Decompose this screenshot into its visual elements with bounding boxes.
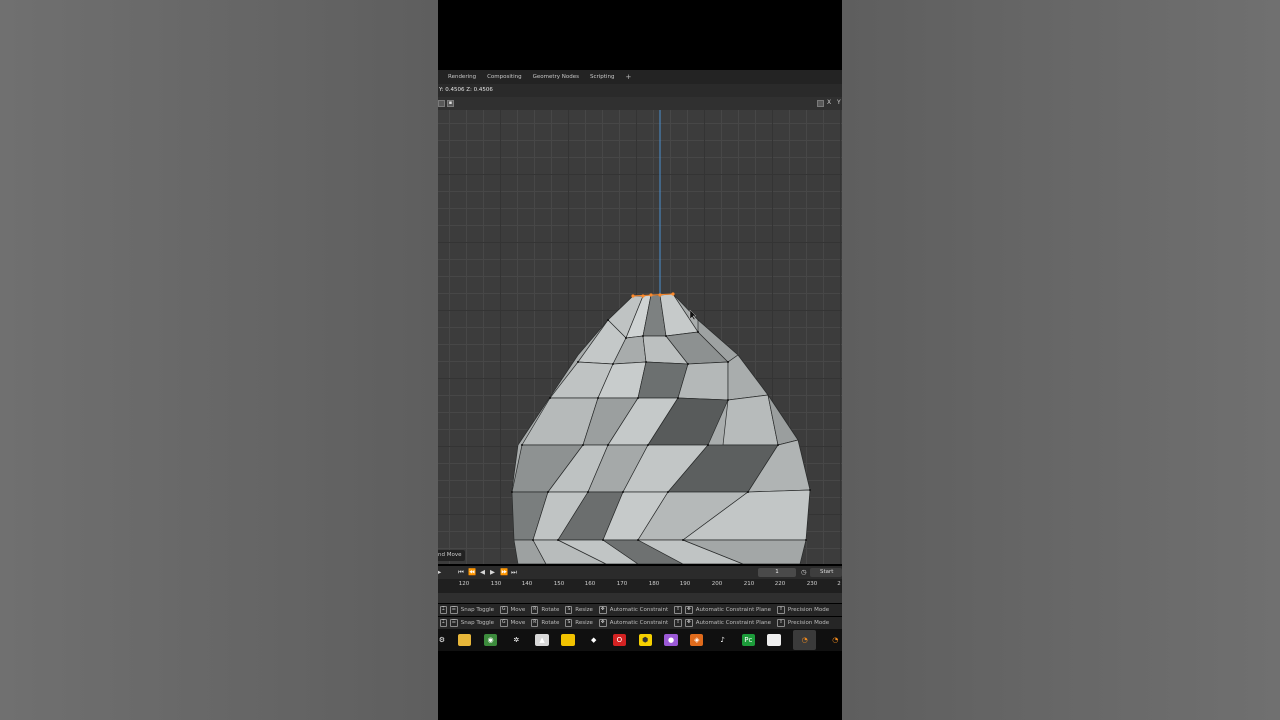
- status-item: ⇧ ✥ Automatic Constraint Plane: [674, 619, 772, 627]
- blender-icon[interactable]: ◔: [828, 634, 842, 646]
- jump-keyframe-forward-icon[interactable]: ⏩: [500, 568, 508, 577]
- opera-icon[interactable]: O: [612, 634, 627, 646]
- timeline-menu-icon[interactable]: ▸: [438, 568, 441, 577]
- play-reverse-icon[interactable]: ◀: [480, 568, 485, 577]
- inkscape-icon[interactable]: ▲: [535, 634, 549, 646]
- overlay-toggle-icon[interactable]: ▪: [447, 100, 454, 107]
- tab-compositing[interactable]: Compositing: [487, 74, 521, 80]
- file-explorer-icon[interactable]: [458, 634, 472, 646]
- last-operator-panel[interactable]: nd Move: [438, 550, 466, 561]
- app-icon[interactable]: ✲: [509, 634, 523, 646]
- tick-label: 130: [490, 581, 502, 587]
- status-item: ⇧ Precision Mode: [777, 606, 830, 614]
- tick-label: 2: [837, 581, 841, 587]
- status-item: G Move: [500, 619, 526, 627]
- transform-readout: Y: 0.4506 Z: 0.4506: [438, 84, 842, 97]
- chrome-icon[interactable]: ◉: [483, 634, 498, 646]
- tick-label: 140: [521, 581, 533, 587]
- status-item: R Rotate: [531, 606, 560, 614]
- tab-rendering[interactable]: Rendering: [448, 74, 476, 80]
- tiktok-icon[interactable]: ♪: [715, 634, 730, 646]
- tick-label: 220: [774, 581, 786, 587]
- tab-scripting[interactable]: Scripting: [590, 74, 614, 80]
- blender-window: Rendering Compositing Geometry Nodes Scr…: [438, 0, 842, 720]
- status-item: ✥ Automatic Constraint: [598, 619, 669, 627]
- status-item: G Move: [500, 606, 526, 614]
- gizmo-toggle-icon[interactable]: [817, 100, 824, 107]
- 3d-viewport[interactable]: [438, 110, 842, 564]
- gizmo-x-label[interactable]: X: [827, 99, 831, 106]
- status-item: ⇧ Precision Mode: [777, 619, 830, 627]
- tick-label: 150: [553, 581, 565, 587]
- jump-keyframe-back-icon[interactable]: ⏪: [468, 568, 476, 577]
- view-toggle-icon[interactable]: [438, 100, 445, 107]
- document-icon[interactable]: [767, 634, 781, 646]
- tick-label: 180: [648, 581, 660, 587]
- jump-start-icon[interactable]: ⏮: [458, 568, 464, 577]
- video-letterbox-left: [0, 0, 438, 720]
- tick-label: 120: [458, 581, 470, 587]
- tick-label: 210: [743, 581, 755, 587]
- clock-icon[interactable]: ◷: [801, 568, 807, 577]
- settings-icon[interactable]: ⚙: [438, 634, 446, 646]
- status-bar-row-1: ⌶ ☰ Snap Toggle G Move R Rotate S Resize ✥ Aut…: [438, 604, 842, 616]
- timeline-track[interactable]: [438, 593, 842, 603]
- status-item: ✥ Automatic Constraint: [598, 606, 669, 614]
- play-icon[interactable]: ▶: [490, 568, 495, 577]
- status-item: ⌶ ☰ Snap Toggle: [440, 619, 495, 627]
- unity-icon[interactable]: ◆: [586, 634, 601, 646]
- mesh-render: [511, 110, 811, 564]
- pycharm-icon[interactable]: Pc: [741, 634, 756, 646]
- jump-end-icon[interactable]: ⏭: [511, 568, 517, 577]
- status-bar-row-2: ⌶ ☰ Snap Toggle G Move R Rotate S Resize ✥ Aut…: [438, 617, 842, 629]
- os-taskbar: ⚙ ◉ ✲ ▲ ◆ O ⬢ ● ◈ ♪ Pc ◔ ◔: [438, 629, 842, 651]
- video-letterbox-right: [842, 0, 1280, 720]
- timeline-ruler[interactable]: 120 130 140 150 160 170 180 190 200 210 …: [438, 579, 842, 593]
- status-item: S Resize: [565, 606, 593, 614]
- tick-label: 160: [584, 581, 596, 587]
- current-frame-field[interactable]: 1: [758, 568, 796, 577]
- tick-label: 200: [711, 581, 723, 587]
- tick-label: 170: [616, 581, 628, 587]
- status-item: S Resize: [565, 619, 593, 627]
- blender-icon-active[interactable]: ◔: [793, 630, 817, 650]
- workspace-tabs: Rendering Compositing Geometry Nodes Scr…: [438, 70, 842, 84]
- add-workspace-button[interactable]: +: [625, 73, 631, 81]
- substance-icon[interactable]: ◈: [690, 634, 704, 646]
- status-item: ⌶ ☰ Snap Toggle: [440, 606, 495, 614]
- sticky-notes-icon[interactable]: [561, 634, 575, 646]
- miro-icon[interactable]: ⬢: [638, 634, 652, 646]
- status-item: ⇧ ✥ Automatic Constraint Plane: [674, 606, 772, 614]
- gizmo-y-label[interactable]: Y: [837, 99, 841, 106]
- status-item: R Rotate: [531, 619, 560, 627]
- start-frame-field[interactable]: Start: [810, 568, 842, 577]
- tick-label: 190: [679, 581, 691, 587]
- tab-geometry-nodes[interactable]: Geometry Nodes: [533, 74, 579, 80]
- timeline-controls: ▸ ⏮ ⏪ ◀ ▶ ⏩ ⏭ 1 ◷ Start: [438, 566, 842, 579]
- viewport-header: ▪ X Y: [438, 97, 842, 110]
- color-wheel-icon[interactable]: ●: [664, 634, 678, 646]
- tick-label: 230: [806, 581, 818, 587]
